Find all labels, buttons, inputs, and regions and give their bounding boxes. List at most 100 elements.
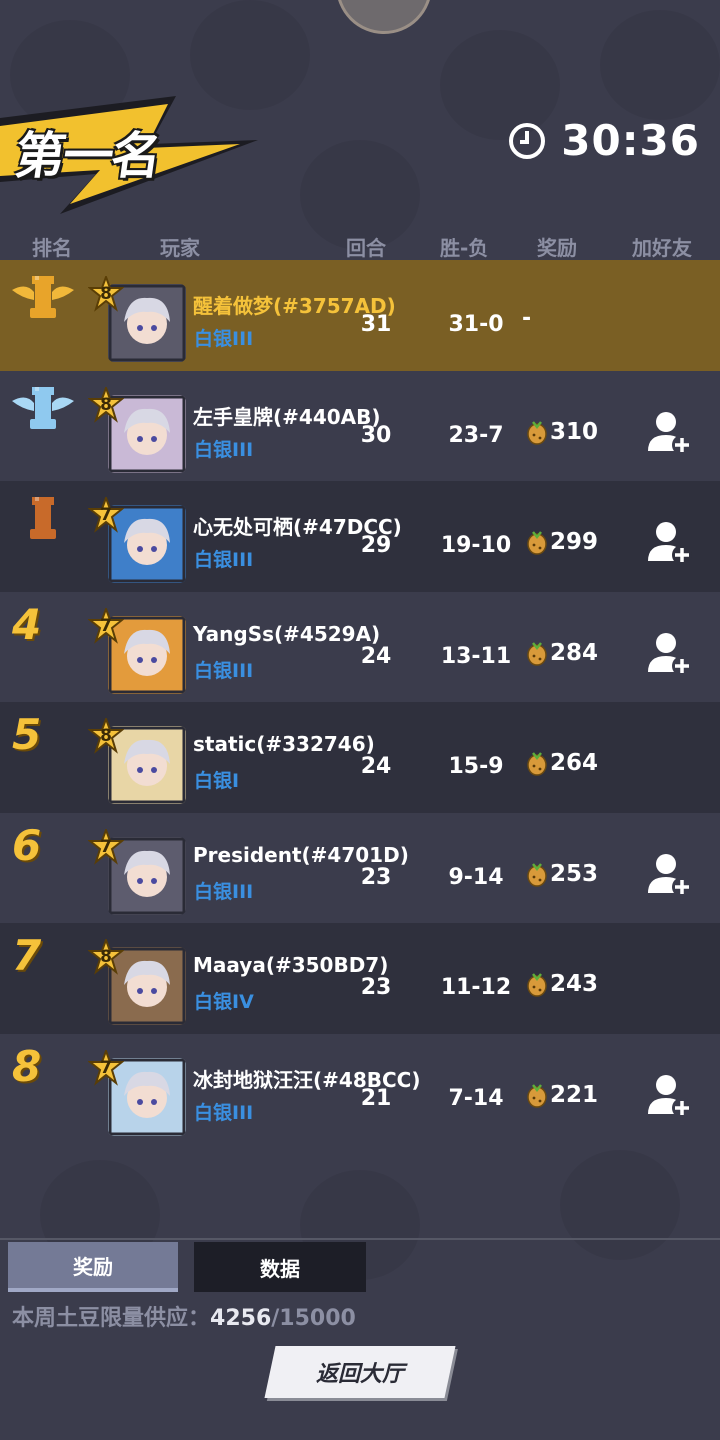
placement-title: 第一名 bbox=[11, 127, 164, 185]
ranking-list: 8 醒着做梦(#3757AD) 白银III 31 31-0-8 左手皇牌(#440AB) 白… bbox=[0, 260, 720, 1144]
win-loss-record: 15-9 bbox=[448, 754, 504, 779]
col-rounds: 回合 bbox=[346, 236, 386, 260]
win-loss-record: 13-11 bbox=[440, 643, 512, 669]
reward-value: 253 bbox=[550, 860, 599, 887]
reward-value: 299 bbox=[550, 529, 599, 555]
reward-value: 264 bbox=[550, 750, 599, 776]
clock-icon bbox=[509, 122, 546, 159]
potato-icon bbox=[527, 420, 547, 445]
reward-value: 310 bbox=[550, 418, 599, 445]
col-record: 胜-负 bbox=[440, 236, 489, 260]
potato-icon bbox=[527, 862, 547, 887]
win-loss-record: 23-7 bbox=[448, 422, 504, 448]
countdown-timer: 30:36 bbox=[507, 116, 700, 165]
player-tier: 白银III bbox=[194, 1101, 254, 1124]
reward-value: 221 bbox=[550, 1081, 599, 1108]
reward-value: - bbox=[522, 306, 532, 331]
add-friend-icon[interactable] bbox=[644, 1070, 694, 1120]
reward-value: 243 bbox=[550, 971, 599, 997]
potato-icon bbox=[527, 1083, 547, 1108]
level-badge: 8 bbox=[87, 384, 125, 423]
win-loss-record: 11-12 bbox=[440, 975, 512, 1000]
potato-icon bbox=[527, 531, 547, 555]
gold-rook-winged-icon bbox=[8, 268, 78, 328]
player-name: YangSs(#4529A) bbox=[193, 621, 381, 646]
reward: 284 bbox=[526, 640, 598, 666]
player-tier: 白银III bbox=[194, 549, 254, 571]
win-loss-record: 9-14 bbox=[448, 864, 504, 890]
rank-number: 7 bbox=[12, 931, 42, 980]
rounds-value: 21 bbox=[360, 1085, 392, 1111]
player-tier: 白银III bbox=[194, 438, 254, 461]
rank-number: 6 bbox=[12, 820, 42, 870]
player-name: 左手皇牌(#440AB) bbox=[193, 404, 381, 429]
add-friend-icon[interactable] bbox=[644, 628, 694, 678]
player-tier: 白银III bbox=[194, 328, 254, 350]
col-rank: 排名 bbox=[32, 236, 72, 260]
player-row[interactable]: 8 左手皇牌(#440AB) 白银III 30 23-7 310 bbox=[0, 370, 720, 481]
col-reward: 奖励 bbox=[537, 236, 577, 260]
player-tier: 白银III bbox=[194, 659, 254, 682]
potato-icon bbox=[527, 752, 547, 776]
player-row[interactable]: 4 7 YangSs(#4529A) 白银III 24 13-11 284 bbox=[0, 591, 720, 702]
potato-icon bbox=[527, 973, 547, 997]
player-row[interactable]: 7 8 Maaya(#350BD7) 白银IV 23 11-12 243 bbox=[0, 923, 720, 1034]
rounds-value: 24 bbox=[360, 643, 392, 669]
silver-rook-winged-icon bbox=[8, 379, 78, 439]
add-friend-icon[interactable] bbox=[644, 407, 694, 457]
supply-current: 4256 bbox=[210, 1306, 272, 1331]
rank-number: 5 bbox=[12, 710, 42, 759]
rounds-value: 31 bbox=[360, 312, 392, 337]
host-avatar bbox=[336, 0, 432, 34]
level-badge: 7 bbox=[87, 826, 125, 865]
player-name: static(#332746) bbox=[193, 732, 375, 756]
level-badge: 7 bbox=[87, 495, 125, 533]
col-add-friend: 加好友 bbox=[632, 236, 692, 260]
rounds-value: 29 bbox=[360, 533, 392, 558]
rounds-value: 30 bbox=[360, 422, 392, 448]
table-header: 排名 玩家 回合 胜-负 奖励 加好友 bbox=[0, 228, 720, 260]
player-row[interactable]: 8 7 冰封地狱汪汪(#48BCC) 白银III 21 7-14 221 bbox=[0, 1033, 720, 1144]
level-badge: 8 bbox=[87, 937, 125, 975]
reward: 310 bbox=[526, 419, 598, 445]
level-badge: 7 bbox=[87, 605, 125, 644]
rounds-value: 23 bbox=[360, 864, 392, 890]
col-player: 玩家 bbox=[160, 236, 200, 260]
win-loss-record: 31-0 bbox=[448, 312, 504, 337]
player-row[interactable]: 5 8 static(#332746) 白银I 24 15-9 264 bbox=[0, 702, 720, 813]
supply-label: 本周土豆限量供应： bbox=[12, 1306, 211, 1331]
player-name: Maaya(#350BD7) bbox=[193, 953, 389, 977]
reward-value: 284 bbox=[550, 639, 599, 666]
player-row[interactable]: 7 心无处可栖(#47DCC) 白银III 29 19-10 299 bbox=[0, 481, 720, 592]
reward: 299 bbox=[526, 529, 598, 555]
player-row[interactable]: 6 7 President(#4701D) 白银III 23 9-14 253 bbox=[0, 812, 720, 923]
add-friend-icon[interactable] bbox=[644, 849, 694, 899]
rounds-value: 24 bbox=[360, 754, 392, 779]
back-to-lobby-button[interactable]: 返回大厅 bbox=[264, 1346, 456, 1398]
win-loss-record: 19-10 bbox=[440, 533, 512, 558]
reward: 221 bbox=[526, 1082, 598, 1108]
reward: 243 bbox=[526, 971, 598, 997]
level-badge: 8 bbox=[87, 716, 125, 754]
win-loss-record: 7-14 bbox=[448, 1085, 504, 1111]
bronze-rook-icon bbox=[8, 489, 78, 549]
rank-number: 4 bbox=[12, 599, 42, 649]
player-tier: 白银IV bbox=[194, 991, 254, 1013]
player-name: President(#4701D) bbox=[193, 842, 409, 867]
tab-reward[interactable]: 奖励 bbox=[8, 1242, 178, 1292]
player-tier: 白银III bbox=[194, 880, 254, 903]
rank-number: 8 bbox=[12, 1041, 42, 1091]
rounds-value: 23 bbox=[360, 975, 392, 1000]
player-tier: 白银I bbox=[194, 770, 240, 792]
reward: 253 bbox=[526, 861, 598, 887]
add-friend-icon[interactable] bbox=[644, 517, 694, 567]
weekly-supply: 本周土豆限量供应：4256/15000 bbox=[12, 1300, 356, 1332]
potato-icon bbox=[527, 641, 547, 666]
back-to-lobby-label: 返回大厅 bbox=[315, 1362, 404, 1387]
level-badge: 7 bbox=[87, 1047, 125, 1086]
bottom-tabs: 奖励 数据 bbox=[0, 1238, 720, 1292]
player-row[interactable]: 8 醒着做梦(#3757AD) 白银III 31 31-0- bbox=[0, 260, 720, 371]
supply-max: /15000 bbox=[271, 1306, 356, 1331]
reward: 264 bbox=[526, 750, 598, 776]
tab-data[interactable]: 数据 bbox=[194, 1242, 366, 1292]
